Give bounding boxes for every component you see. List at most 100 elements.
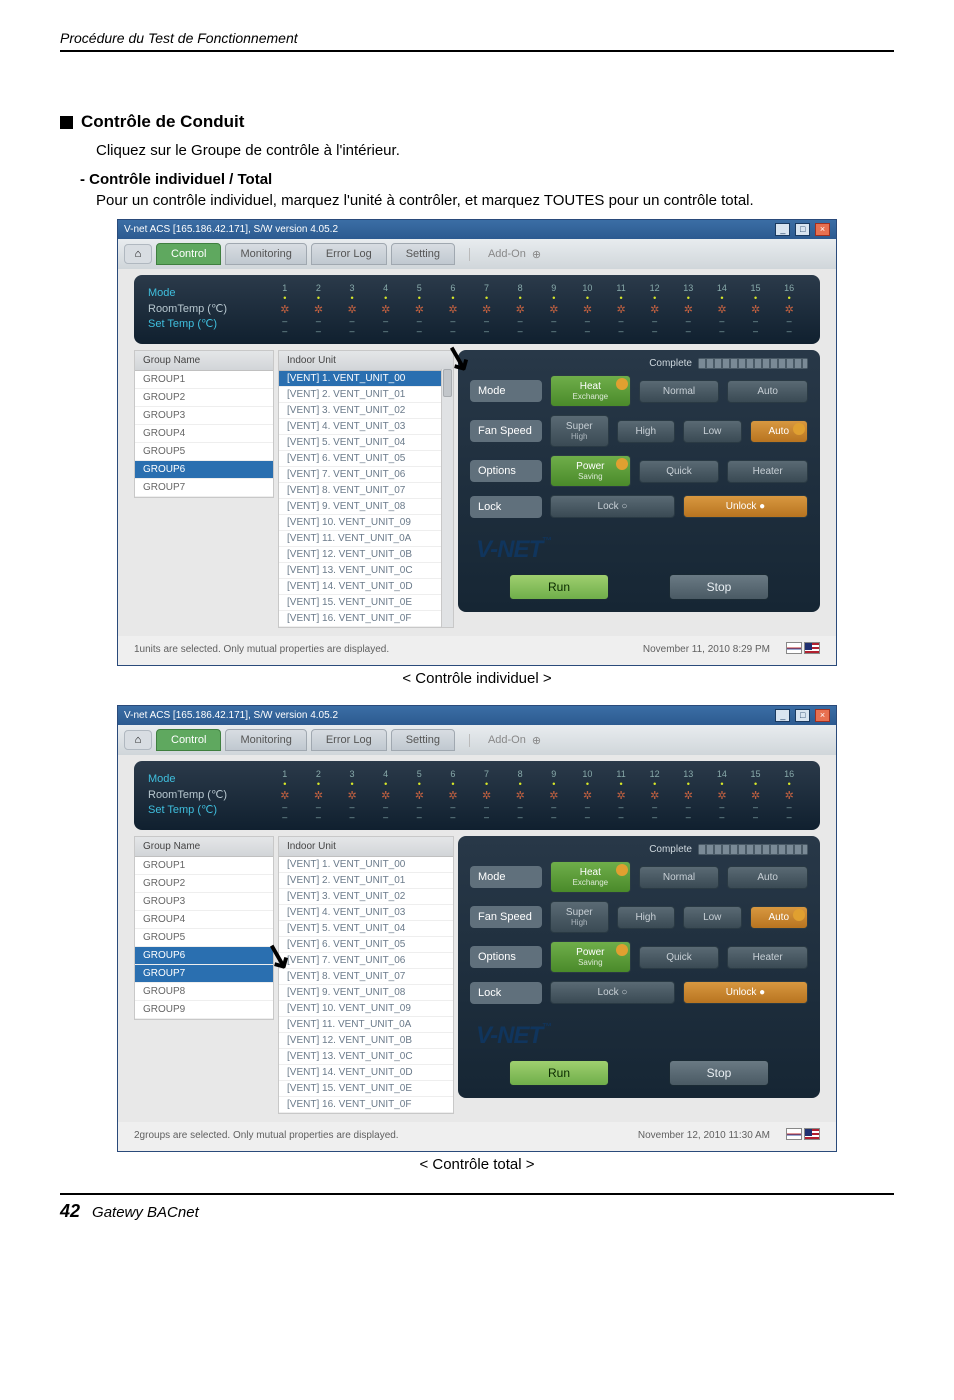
mode-normal-button[interactable]: Normal bbox=[639, 380, 720, 403]
unlock-button[interactable]: Unlock ● bbox=[683, 981, 808, 1004]
home-icon[interactable]: ⌂ bbox=[124, 730, 152, 750]
unit-row[interactable]: [VENT] 2. VENT_UNIT_01 bbox=[279, 387, 453, 403]
maximize-button[interactable]: □ bbox=[795, 709, 810, 722]
lock-button[interactable]: Lock ○ bbox=[550, 495, 675, 518]
unit-row[interactable]: [VENT] 13. VENT_UNIT_0C bbox=[279, 1049, 453, 1065]
unlock-button[interactable]: Unlock ● bbox=[683, 495, 808, 518]
tab-setting[interactable]: Setting bbox=[391, 729, 455, 751]
group-row[interactable]: GROUP1 bbox=[135, 371, 273, 389]
tab-control[interactable]: Control bbox=[156, 729, 221, 751]
unit-row[interactable]: [VENT] 12. VENT_UNIT_0B bbox=[279, 547, 453, 563]
unit-row[interactable]: [VENT] 16. VENT_UNIT_0F bbox=[279, 1097, 453, 1113]
group-row[interactable]: GROUP8 bbox=[135, 983, 273, 1001]
home-icon[interactable]: ⌂ bbox=[124, 244, 152, 264]
unit-row[interactable]: [VENT] 9. VENT_UNIT_08 bbox=[279, 985, 453, 1001]
group-row[interactable]: GROUP9 bbox=[135, 1001, 273, 1019]
group-row[interactable]: GROUP7 bbox=[135, 965, 273, 983]
mode-heat-exchange-button[interactable]: HeatExchange bbox=[550, 861, 631, 893]
unit-row[interactable]: [VENT] 3. VENT_UNIT_02 bbox=[279, 403, 453, 419]
group-row[interactable]: GROUP5 bbox=[135, 443, 273, 461]
unit-row[interactable]: [VENT] 4. VENT_UNIT_03 bbox=[279, 905, 453, 921]
run-button[interactable]: Run bbox=[509, 1060, 609, 1086]
group-row[interactable]: GROUP3 bbox=[135, 407, 273, 425]
lock-button[interactable]: Lock ○ bbox=[550, 981, 675, 1004]
unit-row[interactable]: [VENT] 12. VENT_UNIT_0B bbox=[279, 1033, 453, 1049]
fan-auto-button[interactable]: Auto bbox=[750, 906, 809, 929]
opt-heater-button[interactable]: Heater bbox=[727, 946, 808, 969]
group-row[interactable]: GROUP1 bbox=[135, 857, 273, 875]
unit-row[interactable]: [VENT] 15. VENT_UNIT_0E bbox=[279, 595, 453, 611]
stop-button[interactable]: Stop bbox=[669, 1060, 769, 1086]
unit-row[interactable]: [VENT] 11. VENT_UNIT_0A bbox=[279, 1017, 453, 1033]
unit-row[interactable]: [VENT] 3. VENT_UNIT_02 bbox=[279, 889, 453, 905]
tab-errorlog[interactable]: Error Log bbox=[311, 243, 387, 265]
mode-heat-exchange-button[interactable]: HeatExchange bbox=[550, 375, 631, 407]
tab-errorlog[interactable]: Error Log bbox=[311, 729, 387, 751]
tab-setting[interactable]: Setting bbox=[391, 243, 455, 265]
opt-heater-button[interactable]: Heater bbox=[727, 460, 808, 483]
unit-row[interactable]: [VENT] 6. VENT_UNIT_05 bbox=[279, 937, 453, 953]
tab-addon[interactable]: Add-On⊕ bbox=[469, 734, 541, 747]
stop-button[interactable]: Stop bbox=[669, 574, 769, 600]
unit-row[interactable]: [VENT] 11. VENT_UNIT_0A bbox=[279, 531, 453, 547]
language-flags[interactable] bbox=[784, 642, 820, 657]
group-row[interactable]: GROUP6 bbox=[135, 947, 273, 965]
unit-row[interactable]: [VENT] 1. VENT_UNIT_00 bbox=[279, 371, 453, 387]
flag-us-icon[interactable] bbox=[804, 1128, 820, 1140]
group-row[interactable]: GROUP2 bbox=[135, 389, 273, 407]
group-row[interactable]: GROUP2 bbox=[135, 875, 273, 893]
fan-low-button[interactable]: Low bbox=[683, 906, 742, 929]
minimize-button[interactable]: _ bbox=[775, 223, 790, 236]
unit-row[interactable]: [VENT] 7. VENT_UNIT_06 bbox=[279, 467, 453, 483]
unit-row[interactable]: [VENT] 1. VENT_UNIT_00 bbox=[279, 857, 453, 873]
language-flags[interactable] bbox=[784, 1128, 820, 1143]
group-row[interactable]: GROUP6 bbox=[135, 461, 273, 479]
unit-row[interactable]: [VENT] 10. VENT_UNIT_09 bbox=[279, 515, 453, 531]
unit-row[interactable]: [VENT] 14. VENT_UNIT_0D bbox=[279, 579, 453, 595]
unit-row[interactable]: [VENT] 5. VENT_UNIT_04 bbox=[279, 435, 453, 451]
fan-high-button[interactable]: High bbox=[617, 906, 676, 929]
unit-row[interactable]: [VENT] 8. VENT_UNIT_07 bbox=[279, 483, 453, 499]
unit-row[interactable]: [VENT] 5. VENT_UNIT_04 bbox=[279, 921, 453, 937]
group-row[interactable]: GROUP4 bbox=[135, 425, 273, 443]
flag-us-icon[interactable] bbox=[804, 642, 820, 654]
unit-row[interactable]: [VENT] 13. VENT_UNIT_0C bbox=[279, 563, 453, 579]
unit-row[interactable]: [VENT] 10. VENT_UNIT_09 bbox=[279, 1001, 453, 1017]
fan-high-button[interactable]: High bbox=[617, 420, 676, 443]
flag-kr-icon[interactable] bbox=[786, 642, 802, 654]
minimize-button[interactable]: _ bbox=[775, 709, 790, 722]
unit-row[interactable]: [VENT] 7. VENT_UNIT_06 bbox=[279, 953, 453, 969]
close-button[interactable]: × bbox=[815, 223, 830, 236]
unit-row[interactable]: [VENT] 9. VENT_UNIT_08 bbox=[279, 499, 453, 515]
unit-row[interactable]: [VENT] 15. VENT_UNIT_0E bbox=[279, 1081, 453, 1097]
unit-scrollbar[interactable] bbox=[441, 369, 453, 627]
opt-powersaving-button[interactable]: PowerSaving bbox=[550, 941, 631, 973]
group-row[interactable]: GROUP3 bbox=[135, 893, 273, 911]
run-button[interactable]: Run bbox=[509, 574, 609, 600]
unit-row[interactable]: [VENT] 4. VENT_UNIT_03 bbox=[279, 419, 453, 435]
unit-row[interactable]: [VENT] 8. VENT_UNIT_07 bbox=[279, 969, 453, 985]
close-button[interactable]: × bbox=[815, 709, 830, 722]
group-row[interactable]: GROUP5 bbox=[135, 929, 273, 947]
fan-low-button[interactable]: Low bbox=[683, 420, 742, 443]
tab-monitoring[interactable]: Monitoring bbox=[225, 243, 306, 265]
opt-quick-button[interactable]: Quick bbox=[639, 460, 720, 483]
unit-row[interactable]: [VENT] 6. VENT_UNIT_05 bbox=[279, 451, 453, 467]
flag-kr-icon[interactable] bbox=[786, 1128, 802, 1140]
group-row[interactable]: GROUP4 bbox=[135, 911, 273, 929]
maximize-button[interactable]: □ bbox=[795, 223, 810, 236]
unit-row[interactable]: [VENT] 14. VENT_UNIT_0D bbox=[279, 1065, 453, 1081]
fan-auto-button[interactable]: Auto bbox=[750, 420, 809, 443]
fan-superhigh-button[interactable]: SuperHigh bbox=[550, 901, 609, 933]
tab-control[interactable]: Control bbox=[156, 243, 221, 265]
mode-normal-button[interactable]: Normal bbox=[639, 866, 720, 889]
unit-row[interactable]: [VENT] 16. VENT_UNIT_0F bbox=[279, 611, 453, 627]
fan-superhigh-button[interactable]: SuperHigh bbox=[550, 415, 609, 447]
group-row[interactable]: GROUP7 bbox=[135, 479, 273, 497]
mode-auto-button[interactable]: Auto bbox=[727, 866, 808, 889]
unit-row[interactable]: [VENT] 2. VENT_UNIT_01 bbox=[279, 873, 453, 889]
tab-monitoring[interactable]: Monitoring bbox=[225, 729, 306, 751]
mode-auto-button[interactable]: Auto bbox=[727, 380, 808, 403]
opt-powersaving-button[interactable]: PowerSaving bbox=[550, 455, 631, 487]
tab-addon[interactable]: Add-On⊕ bbox=[469, 248, 541, 261]
